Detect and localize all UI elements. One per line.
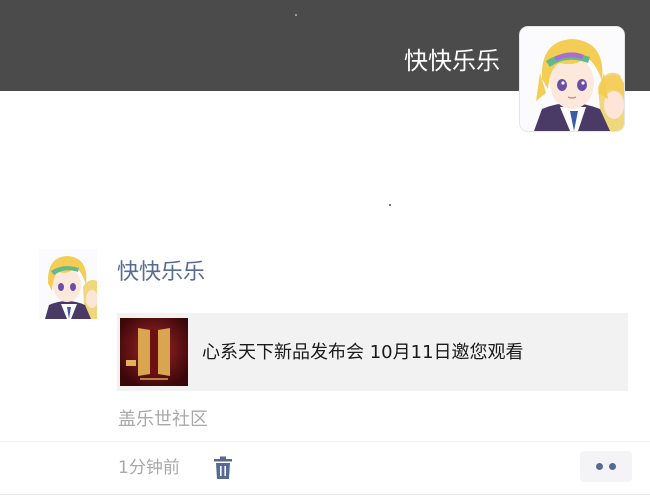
post-source-label[interactable]: 盖乐世社区 [118, 406, 208, 434]
post-author-name[interactable]: 快快乐乐 [117, 258, 205, 288]
post-author-avatar[interactable] [39, 249, 97, 319]
header-user-name[interactable]: 快快乐乐 [404, 44, 500, 78]
post-timestamp: 1分钟前 [118, 458, 180, 478]
anime-avatar-icon [520, 27, 624, 131]
divider [0, 494, 650, 495]
divider [0, 441, 650, 442]
product-launch-thumbnail-icon [120, 318, 188, 386]
shared-link-title: 心系天下新品发布会 10月11日邀您观看 [202, 342, 524, 363]
header-avatar[interactable] [520, 27, 624, 131]
shared-link-card[interactable]: 心系天下新品发布会 10月11日邀您观看 [117, 313, 628, 391]
decor-dot [295, 14, 297, 16]
dot [596, 463, 603, 470]
anime-avatar-icon [39, 249, 97, 319]
trash-icon[interactable] [212, 456, 234, 480]
decor-dot [389, 204, 391, 206]
more-dots-icon[interactable] [580, 451, 632, 482]
dot [609, 463, 616, 470]
